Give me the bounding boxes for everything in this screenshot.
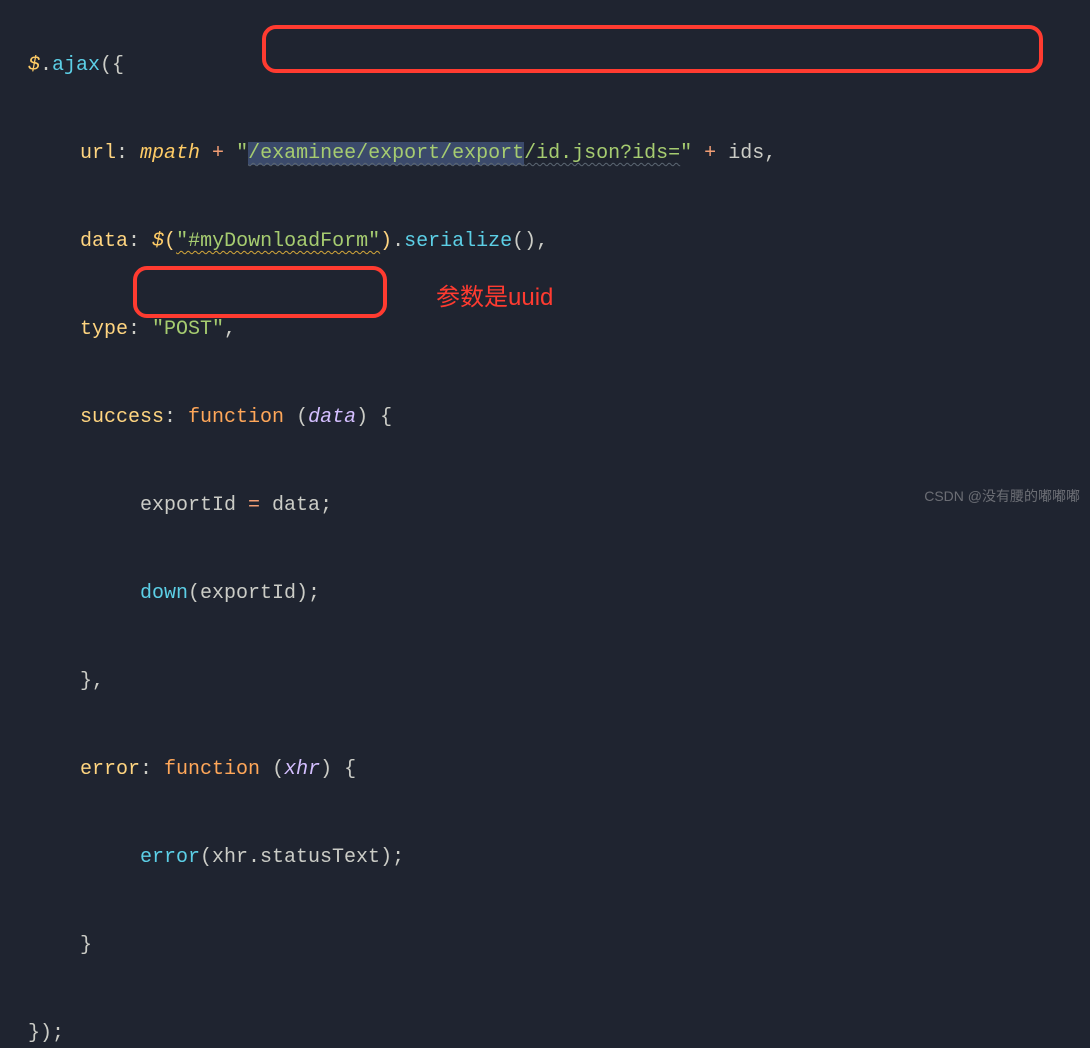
code-line-6: exportId = data; — [0, 484, 1090, 528]
code-line-12: }); — [0, 1012, 1090, 1048]
code-line-9: error: function (xhr) { — [0, 748, 1090, 792]
code-line-2: url: mpath + "/examinee/export/export/id… — [0, 132, 1090, 176]
code-block: $.ajax({ url: mpath + "/examinee/export/… — [0, 0, 1090, 1048]
code-line-7: down(exportId); — [0, 572, 1090, 616]
code-line-4: type: "POST", — [0, 308, 1090, 352]
code-line-1: $.ajax({ — [0, 44, 1090, 88]
code-line-10: error(xhr.statusText); — [0, 836, 1090, 880]
code-line-5: success: function (data) { — [0, 396, 1090, 440]
code-line-3: data: $("#myDownloadForm").serialize(), — [0, 220, 1090, 264]
selected-url-fragment: /examinee/export/export — [248, 142, 524, 165]
dollar-sign: $ — [28, 54, 40, 77]
code-line-8: }, — [0, 660, 1090, 704]
code-line-11: } — [0, 924, 1090, 968]
